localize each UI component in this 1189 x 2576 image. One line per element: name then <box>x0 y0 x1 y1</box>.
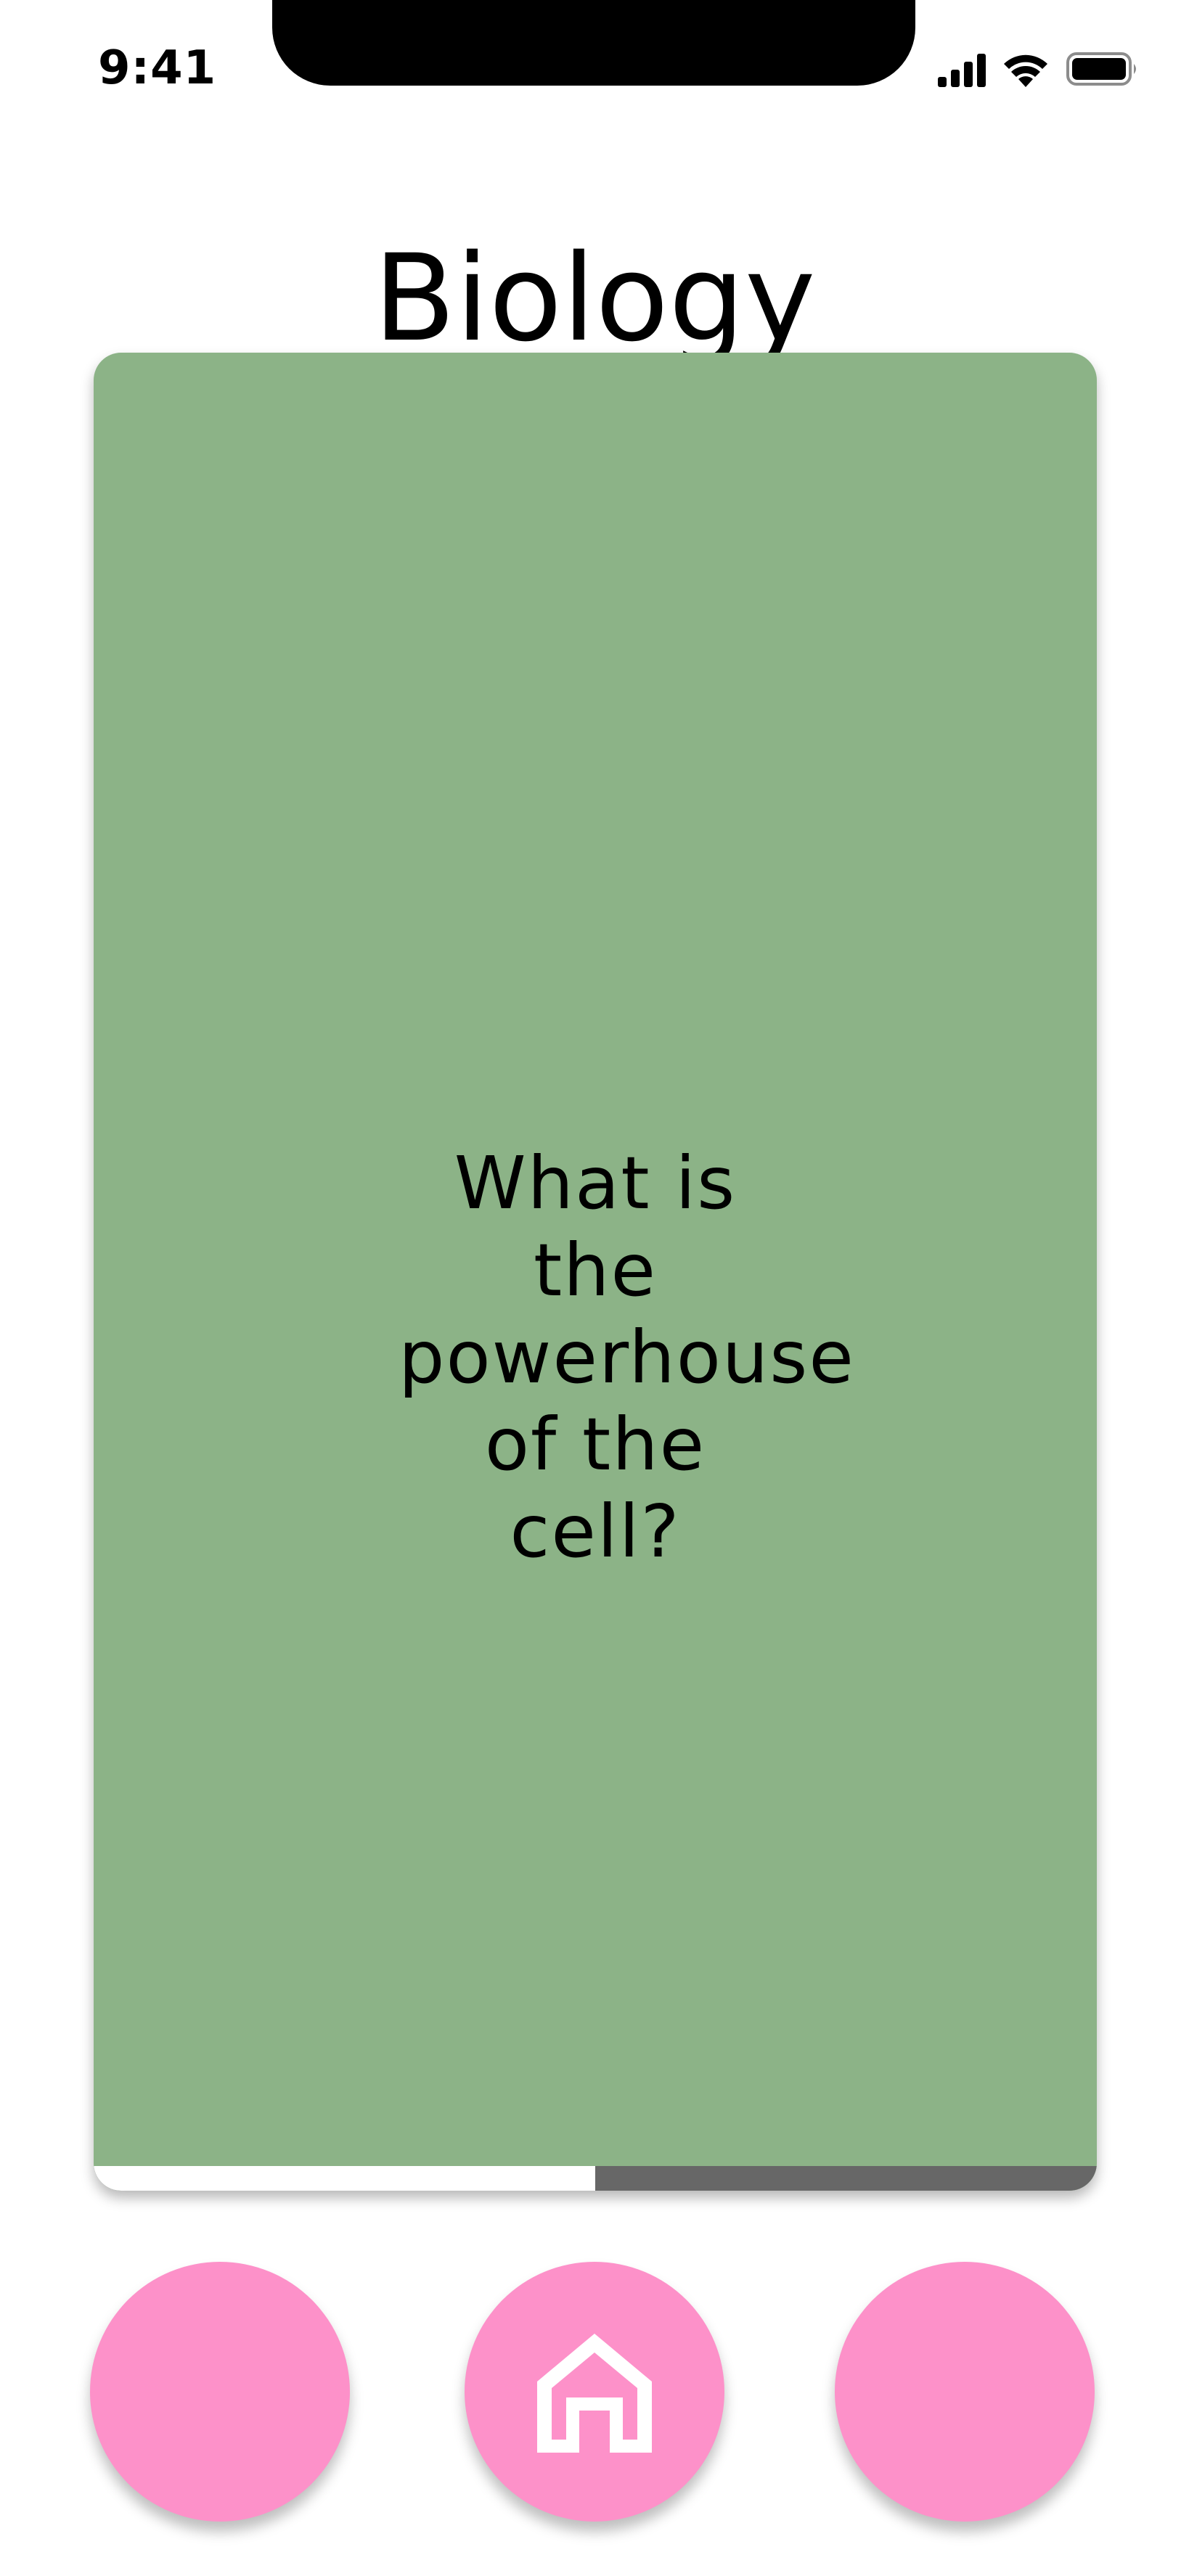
cellular-signal-icon <box>938 54 986 87</box>
wifi-icon <box>1004 54 1047 87</box>
status-bar: 9:41 <box>0 0 1189 138</box>
status-icons <box>936 48 1147 91</box>
flashcard-question: What is the powerhouse of the cell? <box>399 1141 855 1574</box>
device-notch <box>272 0 915 86</box>
status-time: 9:41 <box>98 41 217 95</box>
progress-bar <box>94 2166 1097 2191</box>
next-card-button[interactable] <box>835 2262 1095 2522</box>
home-icon <box>537 2334 652 2453</box>
progress-bar-fill <box>94 2166 595 2191</box>
previous-card-button[interactable] <box>90 2262 350 2522</box>
battery-icon <box>1066 52 1136 86</box>
page-title: Biology <box>373 228 816 368</box>
home-button[interactable] <box>465 2262 724 2522</box>
flashcard[interactable]: What is the powerhouse of the cell? <box>94 353 1097 2191</box>
